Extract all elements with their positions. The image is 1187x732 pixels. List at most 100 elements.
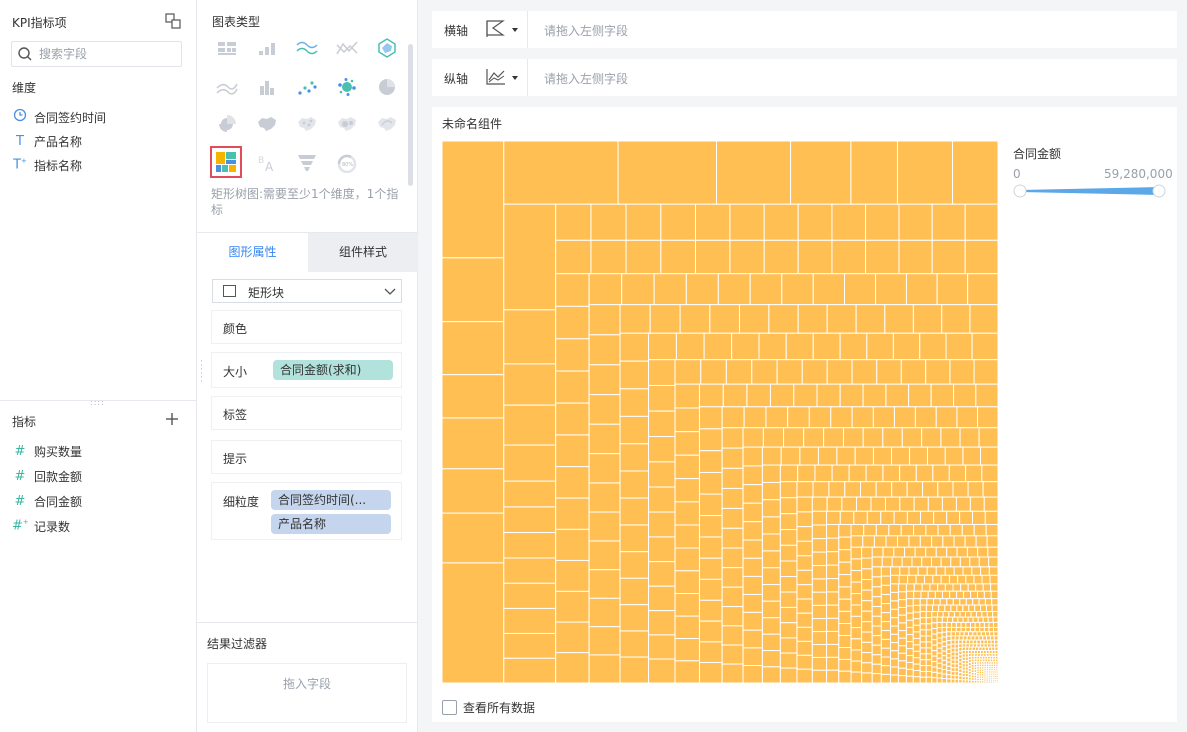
- treemap-rect[interactable]: [897, 583, 907, 593]
- treemap-rect[interactable]: [971, 566, 982, 576]
- scatter-chart-icon[interactable]: [293, 73, 321, 101]
- treemap-rect[interactable]: [797, 203, 833, 241]
- treemap-rect[interactable]: [674, 478, 700, 503]
- treemap-rect[interactable]: [950, 667, 956, 673]
- treemap-rect[interactable]: [812, 332, 841, 361]
- treemap-rect[interactable]: [992, 626, 998, 633]
- treemap-rect[interactable]: [960, 621, 967, 628]
- treemap-rect[interactable]: [941, 616, 949, 623]
- treemap-rect[interactable]: [901, 556, 913, 568]
- treemap-rect[interactable]: [962, 635, 968, 641]
- treemap-rect[interactable]: [674, 454, 700, 480]
- treemap-rect[interactable]: [729, 239, 765, 275]
- treemap-rect[interactable]: [674, 524, 700, 549]
- treemap-rect[interactable]: [958, 665, 963, 670]
- treemap-rect[interactable]: [986, 611, 994, 618]
- treemap-rect[interactable]: [965, 621, 972, 628]
- treemap-rect[interactable]: [850, 604, 863, 617]
- treemap-rect[interactable]: [925, 623, 933, 631]
- treemap-rect[interactable]: [885, 535, 899, 548]
- treemap-rect[interactable]: [982, 583, 992, 592]
- treemap-rect[interactable]: [674, 593, 700, 617]
- treemap-rect[interactable]: [785, 332, 814, 361]
- treemap-rect[interactable]: [949, 359, 975, 385]
- treemap-rect[interactable]: [959, 427, 980, 448]
- treemap-rect[interactable]: [850, 535, 864, 548]
- treemap-rect[interactable]: [897, 637, 907, 647]
- treemap-rect[interactable]: [925, 604, 934, 613]
- treemap-rect[interactable]: [978, 635, 984, 641]
- treemap-rect[interactable]: [973, 524, 987, 537]
- treemap-rect[interactable]: [979, 639, 985, 645]
- treemap-rect[interactable]: [555, 203, 592, 241]
- treemap-rect[interactable]: [942, 611, 950, 618]
- treemap-rect[interactable]: [905, 273, 938, 306]
- drag-handle-icon[interactable]: · · · · · ·: [200, 358, 206, 387]
- treemap-rect[interactable]: [925, 653, 933, 661]
- treemap-rect[interactable]: [936, 632, 943, 639]
- treemap-rect[interactable]: [907, 574, 917, 585]
- treemap-rect[interactable]: [742, 427, 764, 448]
- treemap-rect[interactable]: [971, 332, 998, 361]
- treemap-rect[interactable]: [919, 635, 927, 643]
- treemap-rect[interactable]: [721, 487, 744, 509]
- treemap-rect[interactable]: [619, 524, 650, 553]
- area-chart-icon[interactable]: [213, 73, 241, 101]
- treemap-rect[interactable]: [987, 616, 994, 623]
- treemap-rect[interactable]: [936, 652, 943, 659]
- treemap-rect[interactable]: [970, 635, 976, 641]
- treemap-rect[interactable]: [503, 582, 557, 609]
- treemap-rect[interactable]: [981, 464, 998, 483]
- treemap-rect[interactable]: [958, 661, 963, 667]
- measure-field-contract-amount[interactable]: # 合同金额: [12, 491, 82, 511]
- treemap-rect[interactable]: [925, 647, 933, 655]
- treemap-rect[interactable]: [950, 678, 956, 683]
- treemap-rect[interactable]: [983, 590, 992, 600]
- treemap-rect[interactable]: [721, 507, 744, 529]
- treemap-rect[interactable]: [932, 604, 940, 613]
- treemap-rect[interactable]: [882, 464, 901, 483]
- treemap-rect[interactable]: [838, 658, 852, 672]
- treemap-rect[interactable]: [944, 566, 955, 576]
- treemap-rect[interactable]: [914, 406, 937, 429]
- treemap-rect[interactable]: [838, 561, 852, 576]
- treemap-rect[interactable]: [761, 481, 781, 501]
- treemap-rect[interactable]: [912, 657, 921, 665]
- treemap-rect[interactable]: [993, 631, 998, 637]
- treemap-rect[interactable]: [954, 635, 960, 641]
- treemap-rect[interactable]: [619, 656, 650, 683]
- treemap-rect[interactable]: [985, 524, 998, 537]
- treemap-rect[interactable]: [850, 627, 863, 640]
- treemap-rect[interactable]: [826, 496, 843, 512]
- treemap-rect[interactable]: [974, 635, 980, 641]
- treemap-rect[interactable]: [897, 652, 907, 662]
- treemap-rect[interactable]: [970, 621, 976, 628]
- treemap-rect[interactable]: [674, 660, 700, 683]
- treemap-rect[interactable]: [919, 535, 933, 548]
- treemap-rect[interactable]: [905, 598, 914, 607]
- treemap-rect[interactable]: [855, 496, 872, 512]
- treemap-rect[interactable]: [905, 675, 914, 683]
- treemap-rect[interactable]: [838, 524, 852, 538]
- treemap-rect[interactable]: [951, 626, 957, 633]
- treemap-rect[interactable]: [703, 332, 733, 361]
- treemap-rect[interactable]: [674, 570, 700, 595]
- treemap-rect[interactable]: [937, 611, 944, 618]
- treemap-rect[interactable]: [912, 650, 921, 659]
- treemap-rect[interactable]: [796, 626, 813, 642]
- treemap-rect[interactable]: [648, 585, 676, 612]
- treemap-rect[interactable]: [811, 604, 828, 620]
- treemap-rect[interactable]: [779, 576, 798, 593]
- heat-map-icon[interactable]: [333, 110, 361, 138]
- treemap-rect[interactable]: [838, 623, 852, 637]
- treemap-rect[interactable]: [976, 590, 985, 600]
- treemap-rect[interactable]: [927, 496, 943, 512]
- treemap-rect[interactable]: [920, 510, 935, 526]
- treemap-rect[interactable]: [984, 598, 993, 606]
- line-chart-icon[interactable]: [293, 34, 321, 62]
- treemap-rect[interactable]: [884, 304, 914, 334]
- treemap-rect[interactable]: [761, 499, 781, 518]
- treemap-rect[interactable]: [922, 481, 939, 498]
- treemap-rect[interactable]: [674, 359, 702, 385]
- treemap-rect[interactable]: [648, 658, 676, 683]
